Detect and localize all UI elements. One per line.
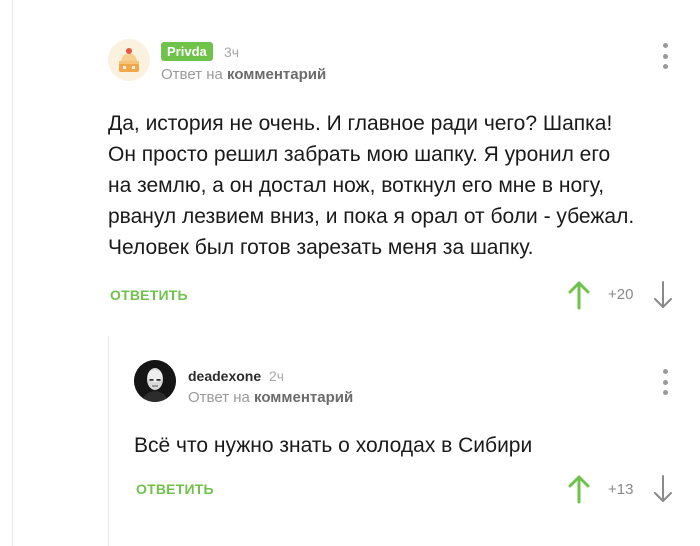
rating-score: +13	[608, 481, 634, 498]
upvote-arrow-icon[interactable]	[568, 280, 590, 310]
downvote-arrow-icon[interactable]	[652, 474, 674, 504]
username[interactable]: deadexone	[188, 368, 261, 384]
reply-to-link[interactable]: комментарий	[254, 389, 353, 406]
reply-to-line: Ответ на комментарий	[161, 66, 326, 83]
comment-deadexone: deadexone 2ч Ответ на комментарий Всё чт…	[0, 336, 700, 546]
reply-to-link[interactable]: комментарий	[227, 66, 326, 83]
reply-button[interactable]: ОТВЕТИТЬ	[136, 481, 214, 497]
rating-score: +20	[608, 286, 634, 303]
comment-time: 2ч	[269, 368, 285, 384]
comment-line: рванул лезвием вниз, и пока я орал от бо…	[108, 205, 635, 228]
comment-privda: Privda 3ч Ответ на комментарий Да, истор…	[0, 0, 700, 320]
comment-line: Он просто решил забрать мою шапку. Я уро…	[108, 143, 611, 166]
reply-to-prefix: Ответ на	[161, 66, 223, 83]
kebab-menu-icon[interactable]	[661, 43, 669, 69]
reply-to-line: Ответ на комментарий	[188, 389, 353, 406]
avatar[interactable]	[134, 360, 176, 402]
comment-line: Человек был готов зарезать меня за шапку…	[108, 236, 534, 259]
downvote-arrow-icon[interactable]	[652, 280, 674, 310]
kebab-menu-icon[interactable]	[661, 369, 669, 395]
username-badge[interactable]: Privda	[161, 42, 213, 61]
comment-line: Да, история не очень. И главное ради чег…	[108, 112, 613, 135]
reply-to-prefix: Ответ на	[188, 389, 250, 406]
reply-button[interactable]: ОТВЕТИТЬ	[110, 287, 188, 303]
upvote-arrow-icon[interactable]	[568, 474, 590, 504]
avatar[interactable]	[108, 39, 150, 81]
comment-body: Да, история не очень. И главное ради чег…	[108, 108, 668, 263]
comment-line: на землю, а он достал нож, воткнул его м…	[108, 174, 605, 197]
comment-body: Всё что нужно знать о холодах в Сибири	[134, 434, 533, 457]
comment-time: 3ч	[224, 44, 240, 60]
